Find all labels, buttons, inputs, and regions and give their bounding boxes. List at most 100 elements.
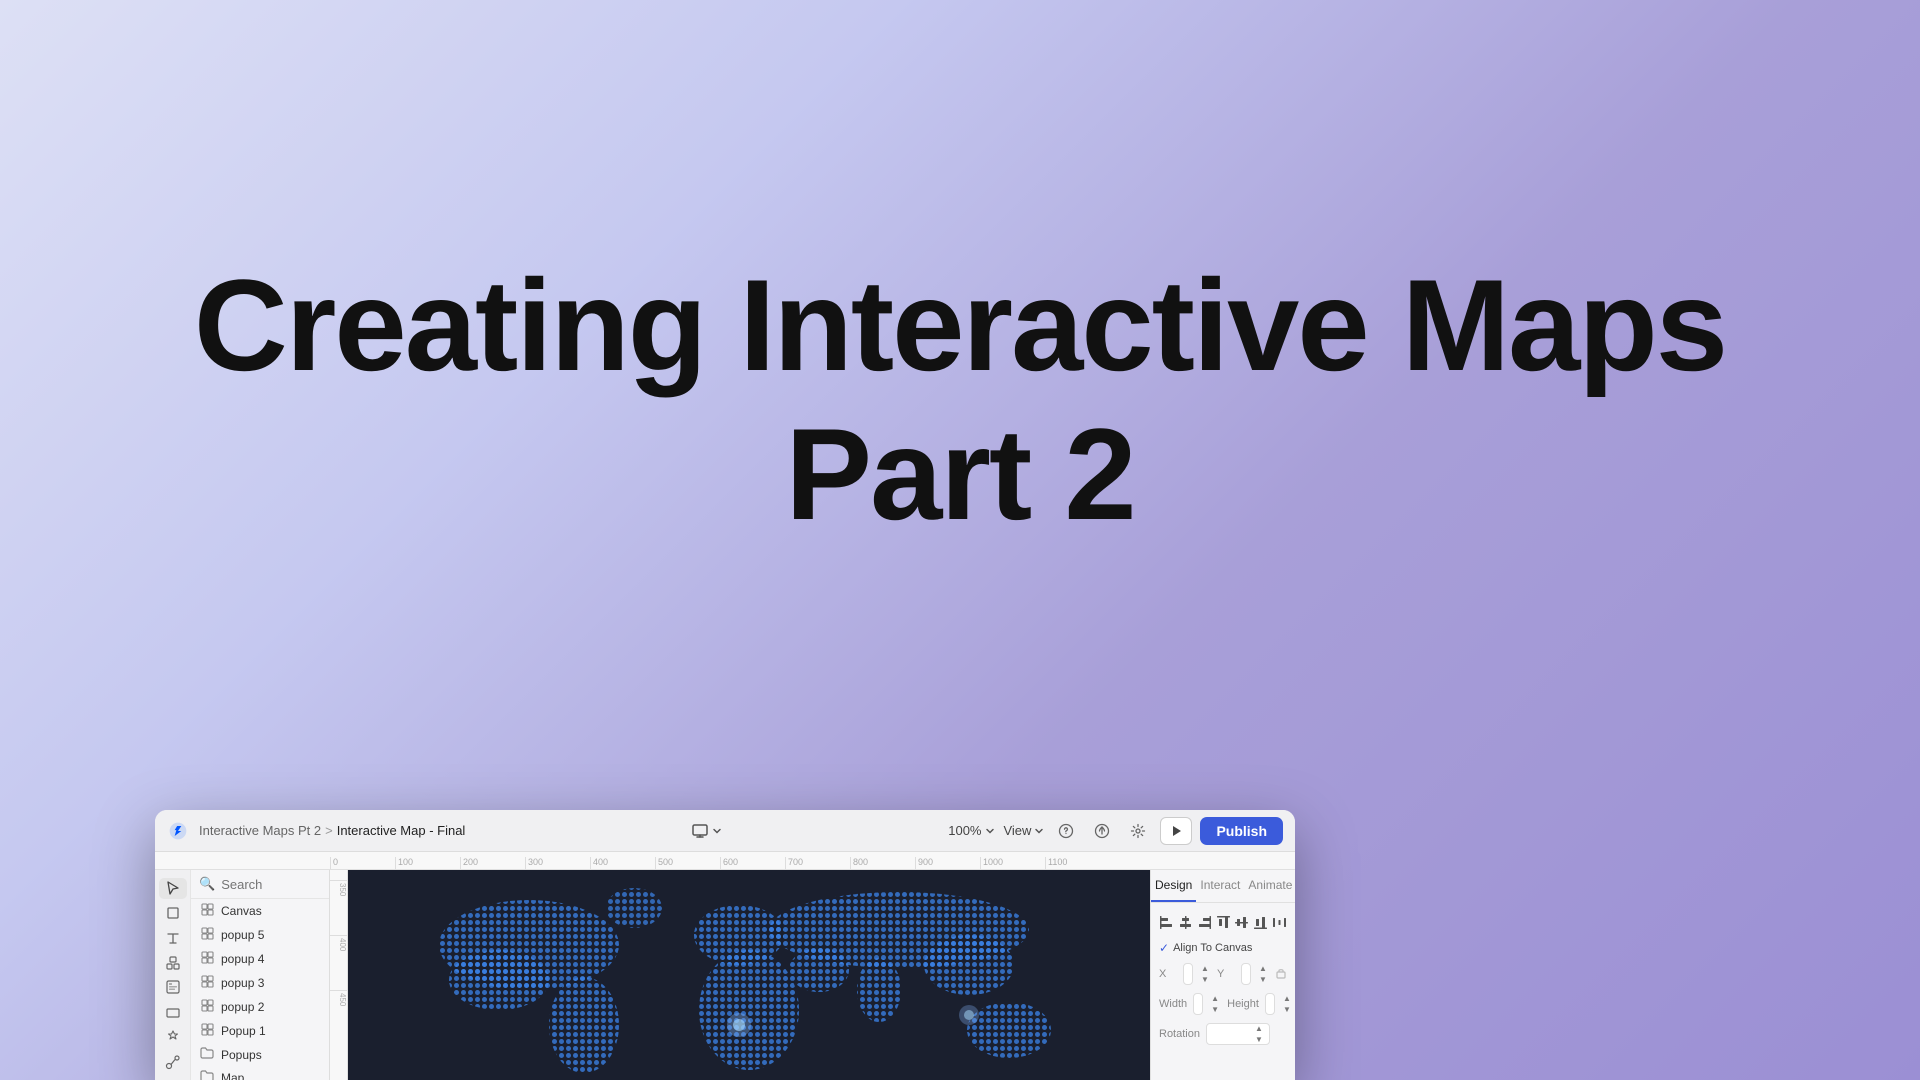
preview-button[interactable] — [1160, 817, 1192, 845]
layer-item-popup5[interactable]: popup 5 — [191, 923, 329, 947]
sidebar-with-tools: 🔍 Canvas — [155, 870, 330, 1080]
breadcrumb-current[interactable]: Interactive Map - Final — [337, 823, 466, 838]
titlebar-right: 100% View — [948, 817, 1283, 845]
align-center-h-button[interactable] — [1178, 911, 1194, 933]
y-label: Y — [1217, 968, 1235, 980]
title-line2: Part 2 — [785, 401, 1134, 547]
panel-tabs: Design Interact Animate — [1151, 870, 1295, 903]
x-label: X — [1159, 968, 1177, 980]
align-to-canvas-checkbox[interactable]: ✓ — [1159, 941, 1169, 955]
tab-design[interactable]: Design — [1151, 870, 1196, 902]
width-stepper[interactable]: ▲ ▼ — [1209, 994, 1221, 1015]
y-field[interactable] — [1241, 963, 1251, 985]
fill-tool[interactable] — [159, 1027, 187, 1048]
rotation-label: Rotation — [1159, 1028, 1200, 1040]
align-to-canvas-label: Align To Canvas — [1173, 942, 1252, 954]
app-window: Interactive Maps Pt 2 > Interactive Map … — [155, 810, 1295, 1080]
titlebar: Interactive Maps Pt 2 > Interactive Map … — [155, 810, 1295, 852]
view-label: View — [1003, 823, 1031, 838]
main-content: 🔍 Canvas — [155, 870, 1295, 1080]
chevron-down-icon — [1034, 826, 1044, 836]
ruler-marks: 0 100 200 300 400 500 600 700 800 900 10… — [330, 857, 1110, 869]
code-tool[interactable] — [159, 977, 187, 998]
tab-interact[interactable]: Interact — [1196, 870, 1244, 902]
layer-label: Popups — [221, 1048, 262, 1062]
text-tool[interactable] — [159, 928, 187, 949]
width-increment[interactable]: ▲ — [1209, 994, 1221, 1004]
v-ruler-marks: 350 400 450 — [330, 870, 347, 1045]
height-decrement[interactable]: ▼ — [1281, 1005, 1293, 1015]
share-button[interactable] — [1088, 817, 1116, 845]
layer-item-popups-folder[interactable]: Popups — [191, 1043, 329, 1066]
select-tool[interactable] — [159, 878, 187, 899]
world-map-svg — [348, 870, 1150, 1080]
search-input[interactable] — [221, 877, 321, 892]
xy-row: X ▲ ▼ Y ▲ ▼ — [1159, 963, 1287, 985]
breadcrumb-parent[interactable]: Interactive Maps Pt 2 — [199, 823, 321, 838]
layer-panel: 🔍 Canvas — [191, 870, 329, 1080]
search-bar: 🔍 — [191, 870, 329, 899]
layer-item-map-folder[interactable]: Map — [191, 1066, 329, 1080]
align-top-button[interactable] — [1215, 911, 1231, 933]
lock-icon[interactable] — [1275, 967, 1287, 982]
rotation-increment[interactable]: ▲ — [1253, 1024, 1265, 1034]
align-left-button[interactable] — [1159, 911, 1175, 933]
titlebar-center — [475, 820, 938, 842]
rotation-row: Rotation ▲ ▼ — [1159, 1023, 1287, 1045]
component-tool[interactable] — [159, 952, 187, 973]
y-increment[interactable]: ▲ — [1257, 964, 1269, 974]
layer-item-popup2[interactable]: popup 2 — [191, 995, 329, 1019]
view-button[interactable]: View — [1003, 823, 1044, 838]
help-button[interactable] — [1052, 817, 1080, 845]
layer-component-icon — [199, 1023, 215, 1039]
align-bottom-button[interactable] — [1253, 911, 1269, 933]
width-label: Width — [1159, 998, 1187, 1010]
x-increment[interactable]: ▲ — [1199, 964, 1211, 974]
right-panel: Design Interact Animate — [1150, 870, 1295, 1080]
frame-tool[interactable] — [159, 903, 187, 924]
rotation-input[interactable] — [1211, 1028, 1251, 1040]
layer-item-popup3[interactable]: popup 3 — [191, 971, 329, 995]
shapes-tool[interactable] — [159, 1002, 187, 1023]
y-stepper[interactable]: ▲ ▼ — [1257, 964, 1269, 985]
layer-label: Map — [221, 1071, 244, 1080]
canvas-area[interactable] — [348, 870, 1150, 1080]
publish-button[interactable]: Publish — [1200, 817, 1283, 845]
height-label: Height — [1227, 998, 1259, 1010]
zoom-control[interactable]: 100% — [948, 823, 995, 838]
width-field[interactable] — [1193, 993, 1203, 1015]
layer-component-icon — [199, 927, 215, 943]
x-field[interactable] — [1183, 963, 1193, 985]
distribute-button[interactable] — [1271, 911, 1287, 933]
device-selector-button[interactable] — [684, 820, 730, 842]
layer-item-canvas[interactable]: Canvas — [191, 899, 329, 923]
rotation-decrement[interactable]: ▼ — [1253, 1035, 1265, 1045]
layer-component-icon — [199, 951, 215, 967]
width-decrement[interactable]: ▼ — [1209, 1005, 1221, 1015]
layer-item-popup1[interactable]: Popup 1 — [191, 1019, 329, 1043]
panel-body: ✓ Align To Canvas X ▲ ▼ Y — [1151, 903, 1295, 1053]
align-middle-v-button[interactable] — [1234, 911, 1250, 933]
sidebar-tools — [155, 870, 191, 1080]
canvas-content — [348, 870, 1150, 1080]
x-stepper[interactable]: ▲ ▼ — [1199, 964, 1211, 985]
height-stepper[interactable]: ▲ ▼ — [1281, 994, 1293, 1015]
connect-tool[interactable] — [159, 1051, 187, 1072]
layer-item-popup4[interactable]: popup 4 — [191, 947, 329, 971]
y-decrement[interactable]: ▼ — [1257, 975, 1269, 985]
settings-button[interactable] — [1124, 817, 1152, 845]
chevron-down-icon — [712, 826, 722, 836]
x-decrement[interactable]: ▼ — [1199, 975, 1211, 985]
tab-animate[interactable]: Animate — [1244, 870, 1295, 902]
rotation-field[interactable]: ▲ ▼ — [1206, 1023, 1270, 1045]
height-field[interactable] — [1265, 993, 1275, 1015]
chevron-down-icon — [985, 826, 995, 836]
breadcrumb: Interactive Maps Pt 2 > Interactive Map … — [199, 823, 465, 838]
folder-icon — [199, 1070, 215, 1080]
align-right-button[interactable] — [1196, 911, 1212, 933]
layer-label: Popup 1 — [221, 1024, 266, 1038]
rotation-stepper[interactable]: ▲ ▼ — [1253, 1024, 1265, 1045]
height-increment[interactable]: ▲ — [1281, 994, 1293, 1004]
breadcrumb-separator: > — [325, 823, 333, 838]
vertical-ruler: 350 400 450 — [330, 870, 348, 1080]
